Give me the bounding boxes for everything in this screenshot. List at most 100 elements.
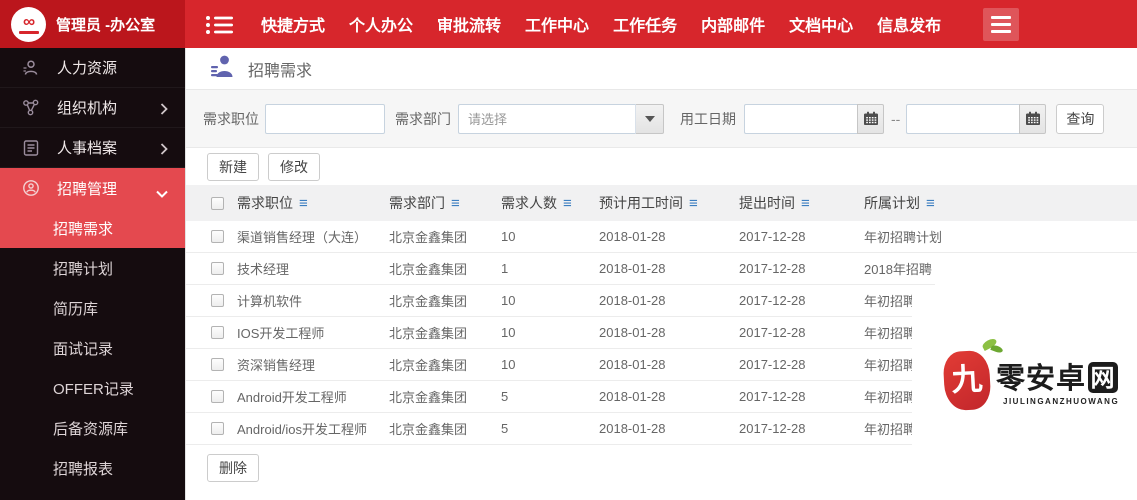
table-cell: 年初招聘计划: [864, 230, 943, 245]
column-header-plan[interactable]: 所属计划 ≡: [864, 193, 1137, 213]
sidebar-item-personnel-files[interactable]: 人事档案: [0, 128, 185, 168]
row-checkbox[interactable]: [211, 294, 224, 307]
menu-list-icon[interactable]: [204, 13, 236, 42]
sidebar-sub-offer-records[interactable]: OFFER记录: [0, 368, 185, 408]
table-cell: 1: [501, 261, 509, 276]
table-cell: 2018-01-28: [599, 389, 666, 404]
hamburger-menu-icon[interactable]: [983, 8, 1019, 41]
watermark-seal-icon: 九: [942, 349, 992, 412]
page-title: 招聘需求: [248, 62, 313, 80]
sort-icon[interactable]: ≡: [801, 195, 810, 212]
table-cell: 2017-12-28: [739, 389, 806, 404]
row-checkbox-cell: [211, 422, 237, 435]
calendar-icon[interactable]: [1019, 103, 1047, 134]
table-cell: 2018-01-28: [599, 357, 666, 372]
table-cell: 2018-01-28: [599, 293, 666, 308]
table-row[interactable]: 渠道销售经理（大连） 北京金鑫集团 10 2018-01-28 2017-12-28 年初…: [186, 221, 1137, 253]
nav-item-internal-mail[interactable]: 内部邮件: [701, 12, 765, 36]
sidebar-item-label: 招聘管理: [57, 180, 118, 198]
select-all-checkbox[interactable]: [211, 196, 224, 210]
row-checkbox[interactable]: [211, 422, 224, 435]
sidebar-item-org[interactable]: 组织机构: [0, 88, 185, 128]
sort-icon[interactable]: ≡: [926, 195, 935, 212]
sidebar-item-label: 人事档案: [57, 140, 118, 157]
search-button[interactable]: 查询: [1056, 103, 1105, 134]
table-header-row: 需求职位 ≡ 需求部门 ≡ 需求人数 ≡ 预计用工时间 ≡ 提出时间 ≡ 所属计划 ≡: [186, 185, 1137, 221]
table-cell: 2018-01-28: [599, 421, 666, 436]
table-cell: 2018-01-28: [599, 325, 666, 340]
date-to-wrap: [906, 103, 1047, 134]
nav-item-work-center[interactable]: 工作中心: [525, 12, 589, 36]
nav-item-info-publish[interactable]: 信息发布: [877, 12, 941, 36]
sort-icon[interactable]: ≡: [451, 195, 460, 212]
column-header-headcount[interactable]: 需求人数 ≡: [501, 193, 599, 213]
nav-item-personal-office[interactable]: 个人办公: [349, 12, 413, 36]
archive-file-icon: [21, 138, 41, 158]
table-cell: 2017-12-28: [739, 229, 806, 244]
nav-item-document-center[interactable]: 文档中心: [789, 12, 853, 36]
column-header-position[interactable]: 需求职位 ≡: [237, 193, 389, 213]
logo-infinity-icon: ∞: [22, 12, 35, 31]
table-cell: 北京金鑫集团: [389, 262, 468, 277]
nav-item-shortcuts[interactable]: 快捷方式: [261, 12, 325, 36]
position-filter-label: 需求职位: [203, 110, 259, 127]
edit-button[interactable]: 修改: [268, 152, 320, 181]
row-checkbox[interactable]: [211, 390, 224, 403]
row-checkbox[interactable]: [211, 326, 224, 339]
column-header-dept[interactable]: 需求部门 ≡: [389, 193, 501, 213]
sort-icon[interactable]: ≡: [689, 195, 698, 212]
table-cell: 北京金鑫集团: [389, 294, 468, 309]
table-cell: 2017-12-28: [739, 325, 806, 340]
row-checkbox[interactable]: [211, 230, 224, 243]
nav-item-work-tasks[interactable]: 工作任务: [613, 12, 677, 36]
new-button[interactable]: 新建: [207, 152, 259, 181]
sidebar-sub-recruit-demand[interactable]: 招聘需求: [0, 208, 185, 248]
recruit-badge-icon: [21, 178, 41, 198]
chevron-down-icon: [156, 185, 168, 202]
app-logo[interactable]: ∞: [11, 6, 46, 42]
row-checkbox-cell: [211, 294, 237, 307]
watermark: 九 零安卓网 JIULINGANZHUOWANG: [940, 336, 1119, 426]
row-checkbox-cell: [211, 390, 237, 403]
dropdown-arrow-button[interactable]: [636, 103, 664, 134]
table-cell: 计算机软件: [237, 294, 303, 309]
watermark-net-box: 网: [1088, 362, 1119, 393]
nav-item-approval-flow[interactable]: 审批流转: [437, 12, 501, 36]
row-checkbox[interactable]: [211, 262, 224, 275]
date-from-input[interactable]: [744, 103, 857, 134]
column-header-submit-date[interactable]: 提出时间 ≡: [739, 193, 864, 213]
table-cell: 技术经理: [237, 262, 290, 277]
column-header-expected-date[interactable]: 预计用工时间 ≡: [599, 193, 739, 213]
table-cell: 北京金鑫集团: [389, 390, 468, 405]
dept-filter-label: 需求部门: [395, 110, 451, 127]
sidebar-sub-reserve-pool[interactable]: 后备资源库: [0, 408, 185, 448]
sidebar-sub-resume-library[interactable]: 简历库: [0, 288, 185, 328]
sidebar-sub-interview-records[interactable]: 面试记录: [0, 328, 185, 368]
sort-icon[interactable]: ≡: [563, 195, 572, 212]
calendar-icon[interactable]: [857, 103, 884, 134]
date-to-input[interactable]: [906, 103, 1020, 134]
page-title-person-icon: [209, 53, 235, 84]
table-cell: 2017-12-28: [739, 261, 806, 276]
table-cell: 2018-01-28: [599, 229, 666, 244]
arrow-down-icon: [644, 115, 655, 122]
table-cell: Android开发工程师: [237, 390, 347, 405]
delete-button[interactable]: 删除: [207, 454, 259, 482]
chevron-right-icon: [160, 142, 168, 159]
sort-icon[interactable]: ≡: [299, 195, 308, 212]
table-cell: 北京金鑫集团: [389, 358, 468, 373]
table-cell: 资深销售经理: [237, 358, 316, 373]
sidebar-sub-recruit-plan[interactable]: 招聘计划: [0, 248, 185, 288]
table-cell: 10: [501, 357, 516, 372]
table-cell: 北京金鑫集团: [389, 230, 468, 245]
sidebar-sub-recruit-reports[interactable]: 招聘报表: [0, 448, 185, 488]
sidebar-item-hr[interactable]: 人力资源: [0, 48, 185, 88]
position-input[interactable]: [265, 103, 385, 134]
sidebar-item-label: 人力资源: [57, 60, 118, 77]
watermark-brand-text: 零安卓网: [996, 355, 1119, 397]
sidebar-item-recruit-mgmt[interactable]: 招聘管理: [0, 168, 185, 208]
org-structure-icon: [21, 98, 41, 118]
dept-select[interactable]: 请选择: [458, 103, 664, 134]
date-range-separator: --: [891, 110, 901, 127]
row-checkbox[interactable]: [211, 358, 224, 371]
